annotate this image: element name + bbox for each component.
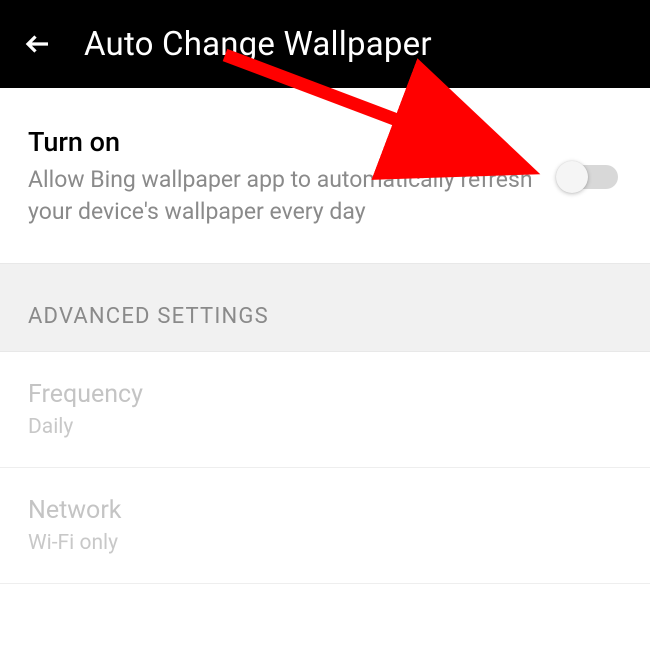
frequency-value: Daily [28,415,622,439]
network-row[interactable]: Network Wi-Fi only [0,468,650,584]
turn-on-label: Turn on [28,126,540,158]
advanced-settings-label: ADVANCED SETTINGS [28,304,622,329]
turn-on-text: Turn on Allow Bing wallpaper app to auto… [28,126,540,227]
network-label: Network [28,496,622,525]
content-area: Turn on Allow Bing wallpaper app to auto… [0,88,650,584]
frequency-label: Frequency [28,380,622,409]
frequency-row[interactable]: Frequency Daily [0,352,650,468]
network-value: Wi-Fi only [28,531,622,555]
turn-on-row[interactable]: Turn on Allow Bing wallpaper app to auto… [0,88,650,263]
turn-on-toggle[interactable] [560,165,618,189]
turn-on-description: Allow Bing wallpaper app to automaticall… [28,164,540,227]
toggle-thumb [556,161,588,193]
page-title: Auto Change Wallpaper [84,25,432,64]
back-arrow-icon[interactable] [20,26,56,62]
advanced-settings-header: ADVANCED SETTINGS [0,263,650,352]
app-header: Auto Change Wallpaper [0,0,650,88]
